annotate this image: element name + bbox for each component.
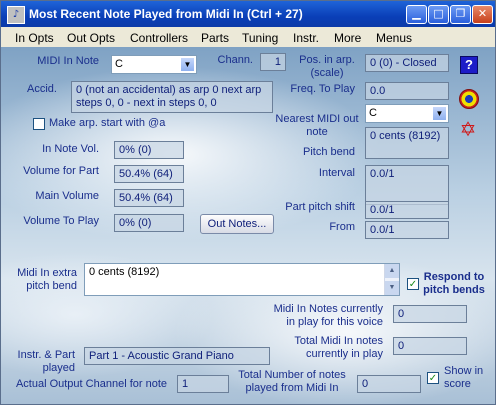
chann-label: Chann. <box>217 54 253 66</box>
vol-part-label: Volume for Part <box>23 165 99 177</box>
maximize-icon[interactable]: □ <box>428 5 449 24</box>
vol-part-value: 50.4% (64) <box>114 165 184 183</box>
window-title: Most Recent Note Played from Midi In (Ct… <box>29 7 303 21</box>
pitch-bend-label: Pitch bend <box>303 146 355 158</box>
menu-more[interactable]: More <box>334 31 361 45</box>
midi-extra-value: 0 cents (8192) <box>89 266 160 278</box>
in-play-voice-label: Midi In Notes currently in play for this… <box>273 303 383 328</box>
show-score-checkbox[interactable]: ✓ <box>427 372 439 384</box>
note-icon: ♪ <box>7 6 25 24</box>
nearest-midi-value: C <box>369 107 377 119</box>
minimize-icon[interactable]: ▁ <box>406 5 427 24</box>
part-pitch-value: 0.0/1 <box>365 201 449 219</box>
instr-part-label: Instr. & Part played <box>17 349 75 374</box>
menu-in-opts[interactable]: In Opts <box>15 31 54 45</box>
chann-value: 1 <box>260 53 286 71</box>
title-bar: ♪ Most Recent Note Played from Midi In (… <box>1 1 495 27</box>
out-notes-button[interactable]: Out Notes... <box>200 214 274 234</box>
actual-out-value: 1 <box>177 375 229 393</box>
vol-play-value: 0% (0) <box>114 214 184 232</box>
total-played-label: Total Number of notes played from Midi I… <box>238 369 346 394</box>
app-window: ♪ Most Recent Note Played from Midi In (… <box>0 0 496 405</box>
make-arp-label: Make arp. start with @a <box>49 117 166 129</box>
nearest-midi-label: Nearest MIDI out note <box>275 113 359 138</box>
nearest-midi-select[interactable]: C ▼ <box>365 104 449 123</box>
scroll-up-icon[interactable]: ▲ <box>385 264 399 278</box>
accid-value: 0 (not an accidental) as arp 0 next arp … <box>71 81 273 113</box>
instr-part-value: Part 1 - Acoustic Grand Piano <box>84 347 270 365</box>
make-arp-checkbox[interactable] <box>33 118 45 130</box>
restore-icon[interactable]: ❐ <box>450 5 471 24</box>
help-icon[interactable]: ? <box>460 56 478 74</box>
respond-checkbox[interactable]: ✓ <box>407 278 419 290</box>
midi-in-note-value: C <box>115 58 123 70</box>
show-score-label: Show in score <box>444 365 484 390</box>
in-note-vol-value: 0% (0) <box>114 141 184 159</box>
actual-out-label: Actual Output Channel for note <box>15 378 167 390</box>
checkmark-icon: ✓ <box>428 373 438 384</box>
menu-controllers[interactable]: Controllers <box>130 31 188 45</box>
checkmark-icon: ✓ <box>408 279 418 290</box>
midi-in-note-select[interactable]: C ▼ <box>111 55 197 74</box>
freq-value: 0.0 <box>365 82 449 100</box>
cents-value: 0 cents (8192) <box>365 127 449 159</box>
midi-extra-scrollbar[interactable]: ▲ ▼ <box>384 264 399 295</box>
star-icon[interactable]: ✡ <box>458 119 478 139</box>
menu-out-opts[interactable]: Out Opts <box>67 31 115 45</box>
interval-label: Interval <box>318 167 355 179</box>
menu-menus[interactable]: Menus <box>376 31 412 45</box>
from-value: 0.0/1 <box>365 221 449 239</box>
midi-extra-textarea[interactable]: 0 cents (8192) <box>84 263 400 296</box>
pos-in-arp-value: 0 (0) - Closed <box>365 54 449 72</box>
interval-value: 0.0/1 <box>365 165 449 205</box>
midi-extra-label: Midi In extra pitch bend <box>17 267 77 292</box>
total-in-play-value: 0 <box>393 337 467 355</box>
in-play-voice-value: 0 <box>393 305 467 323</box>
in-note-vol-label: In Note Vol. <box>42 143 99 155</box>
total-in-play-label: Total Midi In notes currently in play <box>294 335 383 360</box>
chevron-down-icon[interactable]: ▼ <box>180 57 195 72</box>
target-icon[interactable] <box>459 89 479 109</box>
close-icon[interactable]: ✕ <box>472 5 493 24</box>
menu-bar: In Opts Out Opts Controllers Parts Tunin… <box>1 27 495 47</box>
from-label: From <box>329 221 355 233</box>
vol-play-label: Volume To Play <box>23 215 99 227</box>
chevron-down-icon[interactable]: ▼ <box>432 106 447 121</box>
main-vol-label: Main Volume <box>35 190 99 202</box>
freq-label: Freq. To Play <box>290 83 355 95</box>
menu-instr[interactable]: Instr. <box>293 31 319 45</box>
main-panel: MIDI In Note C ▼ Chann. 1 Pos. in arp. (… <box>1 47 495 404</box>
respond-label: Respond to pitch bends <box>423 271 485 296</box>
menu-tuning[interactable]: Tuning <box>242 31 278 45</box>
menu-parts[interactable]: Parts <box>201 31 229 45</box>
scroll-down-icon[interactable]: ▼ <box>385 281 399 295</box>
main-vol-value: 50.4% (64) <box>114 189 184 207</box>
total-played-value: 0 <box>357 375 421 393</box>
pos-in-arp-label: Pos. in arp. (scale) <box>299 54 355 79</box>
part-pitch-label: Part pitch shift <box>285 201 355 213</box>
midi-in-note-label: MIDI In Note <box>37 55 99 67</box>
accid-label: Accid. <box>27 83 57 95</box>
